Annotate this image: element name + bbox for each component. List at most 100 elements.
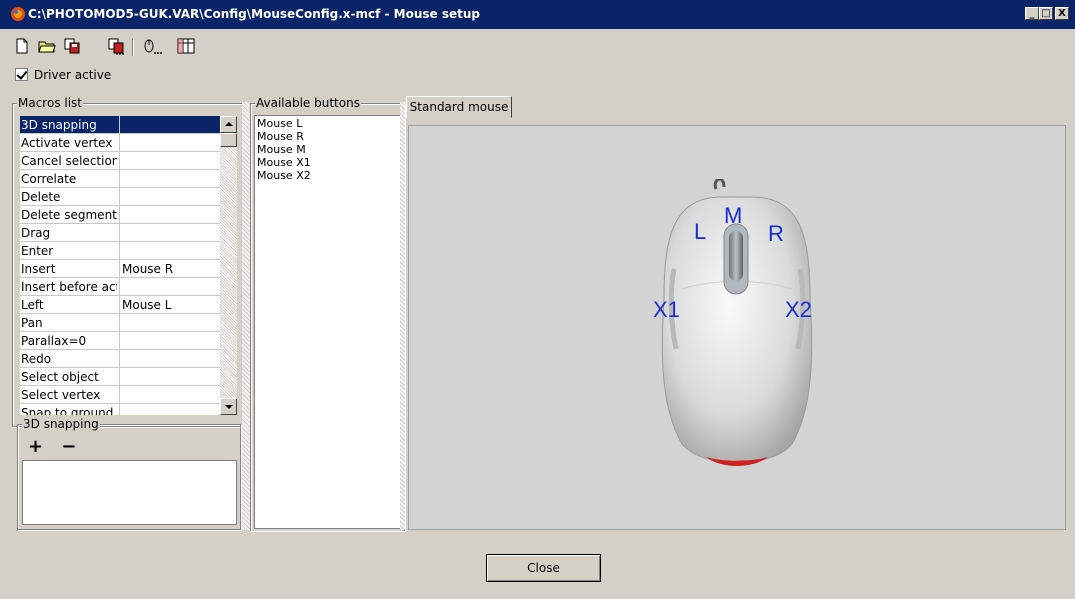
table-row[interactable]: Drag [20, 224, 220, 242]
column-divider [119, 224, 120, 242]
save-icon[interactable] [62, 36, 82, 56]
table-row[interactable]: Delete [20, 188, 220, 206]
table-row[interactable]: Pan [20, 314, 220, 332]
table-row[interactable]: Insert before activ [20, 278, 220, 296]
table-row[interactable]: Select vertex [20, 386, 220, 404]
mouse-setup-window: C:\PHOTOMOD5-GUK.VAR\Config\MouseConfig.… [0, 0, 1075, 599]
macro-name: Cancel selection [21, 154, 117, 168]
column-divider [119, 152, 120, 170]
app-logo-icon [11, 7, 25, 21]
column-divider [119, 386, 120, 404]
macro-name: Delete [21, 190, 61, 204]
tab-standard-mouse[interactable]: Standard mouse [406, 96, 512, 118]
toolbar [0, 30, 1075, 60]
macro-button: Mouse R [122, 262, 174, 276]
macro-name: Delete segment [21, 208, 117, 222]
label-r: R [768, 221, 784, 246]
minimize-button[interactable]: _ [1025, 7, 1039, 20]
driver-active-label: Driver active [34, 68, 112, 82]
scroll-up-button[interactable] [220, 116, 237, 133]
splitter-left[interactable] [242, 102, 250, 530]
macro-name: Parallax=0 [21, 334, 87, 348]
remove-button[interactable]: − [61, 436, 76, 457]
macro-name: Select object [21, 370, 99, 384]
splitter-right[interactable] [400, 102, 405, 530]
list-item[interactable]: Mouse R [257, 130, 304, 143]
scroll-down-button[interactable] [220, 398, 237, 415]
label-l: L [694, 219, 706, 244]
table-row[interactable]: Left Mouse L [20, 296, 220, 314]
list-item[interactable]: Mouse M [257, 143, 306, 156]
column-divider [119, 188, 120, 206]
macro-name: Snap to ground [21, 406, 114, 415]
column-divider [119, 170, 120, 188]
macro-name: Enter [21, 244, 54, 258]
table-row[interactable]: Delete segment [20, 206, 220, 224]
grid-icon[interactable] [176, 36, 196, 56]
table-row[interactable]: Parallax=0 [20, 332, 220, 350]
table-row[interactable]: Enter [20, 242, 220, 260]
macro-name: Activate vertex [21, 136, 113, 150]
mouse-image: L M R X1 X2 [653, 179, 813, 466]
macro-name: Insert before activ [21, 280, 117, 294]
list-item[interactable]: Mouse X2 [257, 169, 311, 182]
table-row[interactable]: Insert Mouse R [20, 260, 220, 278]
title-bar[interactable]: C:\PHOTOMOD5-GUK.VAR\Config\MouseConfig.… [0, 0, 1075, 29]
column-divider [119, 368, 120, 386]
table-row[interactable]: Snap to ground [20, 404, 220, 415]
toolbar-separator [132, 38, 134, 56]
save-as-icon[interactable] [106, 36, 126, 56]
mouse-panel: L M R X1 X2 [408, 125, 1066, 530]
column-divider [119, 404, 120, 415]
window-title: C:\PHOTOMOD5-GUK.VAR\Config\MouseConfig.… [28, 7, 481, 21]
available-buttons-legend: Available buttons [255, 96, 361, 110]
column-divider [119, 134, 120, 152]
list-item[interactable]: Mouse X1 [257, 156, 311, 169]
available-buttons-list[interactable]: Mouse L Mouse R Mouse M Mouse X1 Mouse X2 [254, 115, 402, 529]
macro-name: 3D snapping [21, 118, 97, 132]
column-divider [119, 242, 120, 260]
macros-list-legend: Macros list [17, 96, 84, 110]
column-divider [119, 332, 120, 350]
checkbox-checked-icon[interactable] [15, 68, 28, 81]
snapping-legend: 3D snapping [22, 417, 100, 431]
arrow-up-icon [225, 122, 233, 126]
column-divider [119, 260, 120, 278]
list-item[interactable]: Mouse L [257, 117, 302, 130]
table-row[interactable]: Activate vertex [20, 134, 220, 152]
snapping-list[interactable] [22, 460, 237, 525]
column-divider [119, 206, 120, 224]
column-divider [119, 296, 120, 314]
macro-name: Pan [21, 316, 43, 330]
label-x1: X1 [653, 297, 680, 322]
macro-button: Mouse L [122, 298, 172, 312]
table-row[interactable]: Cancel selection [20, 152, 220, 170]
scroll-thumb[interactable] [220, 133, 237, 147]
table-row[interactable]: Correlate [20, 170, 220, 188]
table-row[interactable]: 3D snapping [20, 116, 220, 134]
table-row[interactable]: Select object [20, 368, 220, 386]
macro-name: Select vertex [21, 388, 101, 402]
table-row[interactable]: Redo [20, 350, 220, 368]
new-file-icon[interactable] [12, 36, 32, 56]
column-divider [119, 314, 120, 332]
column-divider [119, 350, 120, 368]
macro-name: Correlate [21, 172, 77, 186]
macros-scrollbar[interactable] [220, 116, 237, 415]
close-button[interactable]: Close [486, 554, 601, 582]
macro-name: Left [21, 298, 44, 312]
column-divider [119, 116, 120, 134]
arrow-down-icon [225, 405, 233, 409]
close-window-button[interactable]: X [1055, 7, 1069, 20]
open-folder-icon[interactable] [37, 36, 57, 56]
add-button[interactable]: + [28, 436, 43, 457]
maximize-button[interactable]: □ [1039, 7, 1053, 20]
macro-name: Drag [21, 226, 51, 240]
snapping-tools: + − [28, 436, 76, 457]
column-divider [119, 278, 120, 296]
macro-name: Redo [21, 352, 52, 366]
mouse-settings-icon[interactable] [142, 36, 162, 56]
label-m: M [724, 203, 742, 228]
macros-table[interactable]: 3D snapping Activate vertex Cancel selecti… [20, 116, 220, 415]
macro-name: Insert [21, 262, 56, 276]
